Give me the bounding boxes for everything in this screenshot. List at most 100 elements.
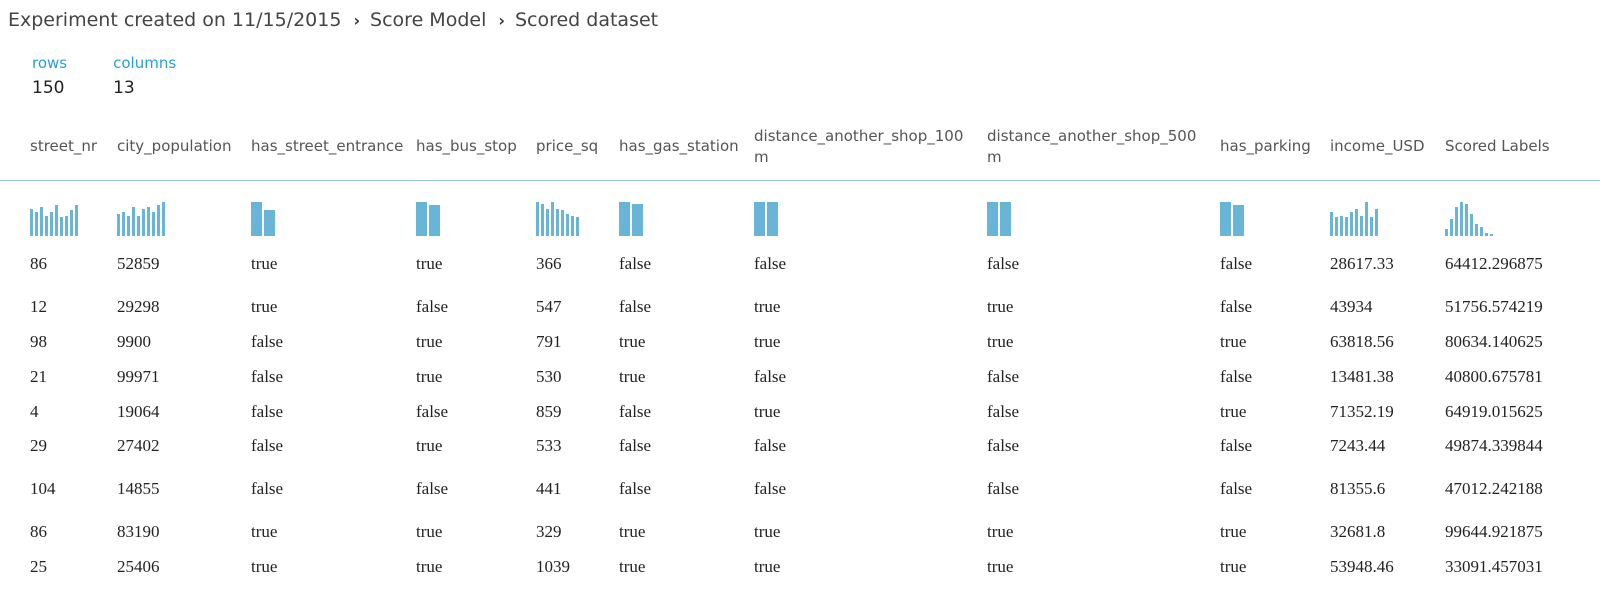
- column-histogram-has_parking[interactable]: [1220, 202, 1244, 236]
- column-header-income_USD[interactable]: income_USD: [1330, 136, 1425, 157]
- table-cell-has_street_entrance: true: [251, 297, 278, 316]
- table-cell-has_gas_station: false: [619, 297, 652, 316]
- column-histogram-distance_another_shop_500m[interactable]: [987, 202, 1011, 236]
- column-histogram-city_population[interactable]: [117, 202, 165, 236]
- histogram-row: [0, 196, 1600, 242]
- table-cell-distance_another_shop_100m: false: [754, 254, 787, 273]
- histogram-bar: [55, 205, 58, 236]
- table-cell-has_parking: true: [1220, 402, 1247, 421]
- column-header-text: Scored Labels: [1445, 137, 1550, 155]
- table-cell-price_sq: 329: [536, 522, 562, 541]
- table-cell-has_parking: false: [1220, 367, 1253, 386]
- histogram-bar: [619, 202, 630, 236]
- table-cell-distance_another_shop_100m: false: [754, 367, 787, 386]
- table-cell-has_gas_station: true: [619, 367, 646, 386]
- table-cell-has_bus_stop: false: [416, 402, 449, 421]
- table-cell-Scored_Labels: 64919.015625: [1445, 402, 1543, 421]
- table-cell-Scored_Labels: 99644.921875: [1445, 522, 1543, 541]
- table-cell-street_nr: 86: [30, 522, 47, 541]
- columns-value: 13: [113, 78, 135, 98]
- column-header-text: has_street_entrance: [251, 137, 404, 155]
- histogram-bar: [1360, 216, 1363, 236]
- table-cell-city_population: 25406: [117, 557, 160, 576]
- column-histogram-has_gas_station[interactable]: [619, 202, 643, 236]
- column-header-distance_another_shop_500m[interactable]: distance_another_shop_500 m: [987, 126, 1196, 168]
- chevron-right-icon: ›: [353, 10, 361, 30]
- column-histogram-street_nr[interactable]: [30, 205, 78, 236]
- table-cell-has_gas_station: true: [619, 522, 646, 541]
- breadcrumb-item-experiment[interactable]: Experiment created on 11/15/2015: [8, 9, 341, 31]
- table-cell-has_parking: true: [1220, 332, 1247, 351]
- table-cell-has_gas_station: true: [619, 332, 646, 351]
- histogram-bar: [157, 205, 160, 236]
- table-cell-has_bus_stop: true: [416, 436, 443, 455]
- column-header-has_gas_station[interactable]: has_gas_station: [619, 136, 739, 157]
- columns-label: columns: [113, 54, 177, 72]
- histogram-bar: [556, 209, 559, 236]
- table-cell-Scored_Labels: 33091.457031: [1445, 557, 1543, 576]
- histogram-bar: [65, 216, 68, 236]
- column-histogram-price_sq[interactable]: [536, 202, 579, 236]
- column-header-street_nr[interactable]: street_nr: [30, 136, 97, 157]
- histogram-bar: [75, 205, 78, 236]
- column-histogram-has_street_entrance[interactable]: [251, 202, 275, 236]
- column-header-has_bus_stop[interactable]: has_bus_stop: [416, 136, 517, 157]
- table-cell-has_street_entrance: false: [251, 402, 284, 421]
- histogram-bar: [1335, 217, 1338, 236]
- table-cell-city_population: 52859: [117, 254, 160, 273]
- table-cell-has_bus_stop: true: [416, 367, 443, 386]
- breadcrumb: Experiment created on 11/15/2015 › Score…: [8, 6, 658, 34]
- column-histogram-Scored_Labels[interactable]: [1445, 202, 1493, 236]
- table-cell-distance_another_shop_500m: false: [987, 254, 1020, 273]
- column-histogram-distance_another_shop_100m[interactable]: [754, 202, 778, 236]
- column-header-Scored_Labels[interactable]: Scored Labels: [1445, 136, 1550, 157]
- column-header-text: city_population: [117, 137, 232, 155]
- table-cell-price_sq: 547: [536, 297, 562, 316]
- histogram-bar: [45, 216, 48, 236]
- column-header-has_parking[interactable]: has_parking: [1220, 136, 1311, 157]
- rows-value: 150: [32, 78, 65, 98]
- column-histogram-has_bus_stop[interactable]: [416, 202, 440, 236]
- column-header-price_sq[interactable]: price_sq: [536, 136, 598, 157]
- table-cell-income_USD: 43934: [1330, 297, 1373, 316]
- table-cell-city_population: 29298: [117, 297, 160, 316]
- table-cell-has_bus_stop: true: [416, 332, 443, 351]
- column-header-text: has_parking: [1220, 137, 1311, 155]
- table-cell-street_nr: 12: [30, 297, 47, 316]
- table-cell-income_USD: 71352.19: [1330, 402, 1394, 421]
- table-cell-city_population: 27402: [117, 436, 160, 455]
- table-cell-distance_another_shop_100m: true: [754, 332, 781, 351]
- table-cell-distance_another_shop_500m: false: [987, 436, 1020, 455]
- column-header-city_population[interactable]: city_population: [117, 136, 232, 157]
- histogram-bar: [429, 205, 440, 236]
- breadcrumb-item-score-model[interactable]: Score Model: [370, 9, 486, 31]
- column-header-text: m: [987, 148, 1002, 166]
- histogram-bar: [632, 204, 643, 236]
- histogram-bar: [536, 202, 539, 236]
- table-cell-price_sq: 530: [536, 367, 562, 386]
- column-header-text: m: [754, 148, 769, 166]
- table-cell-distance_another_shop_100m: true: [754, 297, 781, 316]
- table-cell-city_population: 14855: [117, 479, 160, 498]
- histogram-bar: [147, 207, 150, 236]
- table-cell-has_bus_stop: true: [416, 557, 443, 576]
- column-header-distance_another_shop_100m[interactable]: distance_another_shop_100 m: [754, 126, 963, 168]
- column-header-text: has_gas_station: [619, 137, 739, 155]
- table-cell-has_bus_stop: true: [416, 254, 443, 273]
- table-cell-has_street_entrance: true: [251, 557, 278, 576]
- table-cell-price_sq: 441: [536, 479, 562, 498]
- histogram-bar: [571, 216, 574, 236]
- histogram-bar: [117, 214, 120, 236]
- histogram-bar: [1345, 217, 1348, 236]
- histogram-bar: [561, 210, 564, 236]
- column-histogram-income_USD[interactable]: [1330, 202, 1378, 236]
- column-header-text: income_USD: [1330, 137, 1425, 155]
- table-cell-price_sq: 791: [536, 332, 562, 351]
- histogram-bar: [1450, 219, 1453, 236]
- histogram-bar: [1445, 229, 1448, 236]
- histogram-bar: [132, 207, 135, 236]
- table-cell-has_gas_station: false: [619, 436, 652, 455]
- column-header-has_street_entrance[interactable]: has_street_entrance: [251, 136, 403, 157]
- table-cell-distance_another_shop_500m: true: [987, 557, 1014, 576]
- table-cell-income_USD: 63818.56: [1330, 332, 1394, 351]
